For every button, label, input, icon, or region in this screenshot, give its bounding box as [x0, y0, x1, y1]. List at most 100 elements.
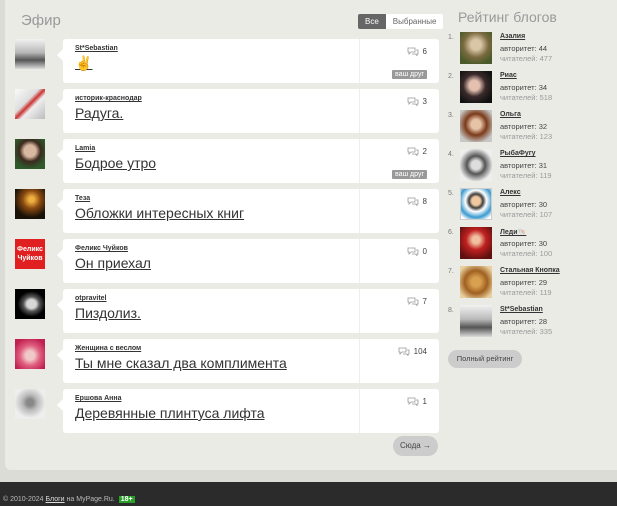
site-name: на MyPage.Ru.	[66, 496, 115, 503]
avatar[interactable]	[15, 339, 45, 369]
rating-item: 6. Леди🐚 авторитет: 30 читателей: 100	[448, 227, 613, 261]
feed-item: otpravitel Пиздолиз. 7	[15, 289, 439, 333]
post-title[interactable]: Обложки интересных книг	[75, 205, 244, 221]
footer-text: © 2010-2024 Блоги на MyPage.Ru. 18+	[3, 496, 135, 503]
post-title[interactable]: ✌️	[75, 55, 92, 72]
efir-tabs: Все Выбранные	[358, 14, 444, 29]
avatar[interactable]	[460, 227, 492, 259]
comments-number: 1	[422, 397, 427, 406]
blog-authority: авторитет: 29	[500, 278, 548, 287]
post-title[interactable]: Он приехал	[75, 255, 151, 271]
avatar[interactable]	[460, 149, 492, 181]
comments-count[interactable]: 3	[407, 97, 427, 106]
comments-count[interactable]: 104	[398, 347, 427, 356]
post-author[interactable]: историк-краснодар	[75, 95, 142, 102]
comments-number: 0	[422, 247, 427, 256]
post-card: Феликс Чуйков Он приехал 0	[57, 239, 439, 283]
blog-name[interactable]: Ольга	[500, 111, 521, 118]
avatar[interactable]	[460, 71, 492, 103]
speech-bubbles-icon	[407, 147, 418, 156]
comments-number: 3	[422, 97, 427, 106]
post-author[interactable]: otpravitel	[75, 295, 107, 302]
comments-count[interactable]: 7	[407, 297, 427, 306]
avatar[interactable]	[15, 389, 45, 419]
blog-name[interactable]: Азалия	[500, 33, 525, 40]
blog-readers: читателей: 123	[500, 132, 553, 141]
speech-bubbles-icon	[398, 347, 410, 356]
post-author[interactable]: Женщина с веслом	[75, 345, 141, 352]
post-title[interactable]: Пиздолиз.	[75, 305, 141, 321]
feed-item: Женщина с веслом Ты мне сказал два компл…	[15, 339, 439, 383]
post-card: Ершова Анна Деревянные плинтуса лифта 1	[57, 389, 439, 433]
rating-number: 5.	[448, 190, 454, 197]
divider	[359, 39, 360, 83]
divider	[359, 189, 360, 233]
divider	[359, 339, 360, 383]
blog-authority: авторитет: 30	[500, 200, 548, 209]
blog-name[interactable]: Алекс	[500, 189, 521, 196]
post-author[interactable]: Lamia	[75, 145, 95, 152]
blog-name[interactable]: Стальная Кнопка	[500, 267, 560, 274]
friend-badge: ваш друг	[391, 170, 427, 179]
rating-item: 5. Алекс авторитет: 30 читателей: 107	[448, 188, 613, 222]
divider	[359, 239, 360, 283]
post-title[interactable]: Деревянные плинтуса лифта	[75, 405, 265, 421]
more-button[interactable]: Сюда →	[393, 436, 438, 456]
comments-number: 6	[422, 47, 427, 56]
post-title[interactable]: Ты мне сказал два комплимента	[75, 355, 287, 371]
post-title[interactable]: Бодрое утро	[75, 155, 156, 171]
tab-selected[interactable]: Выбранные	[385, 14, 444, 29]
comments-number: 104	[413, 347, 427, 356]
avatar[interactable]	[460, 266, 492, 298]
blog-name[interactable]: Риас	[500, 72, 517, 79]
post-author[interactable]: Теза	[75, 195, 90, 202]
avatar[interactable]	[15, 189, 45, 219]
post-title[interactable]: Радуга.	[75, 105, 123, 121]
post-author[interactable]: St*Sebastian	[75, 45, 118, 52]
avatar[interactable]	[460, 110, 492, 142]
post-card: Женщина с веслом Ты мне сказал два компл…	[57, 339, 439, 383]
blog-readers: читателей: 119	[500, 171, 552, 180]
avatar[interactable]	[460, 305, 492, 337]
rating-number: 1.	[448, 34, 454, 41]
speech-bubbles-icon	[407, 397, 418, 406]
blog-readers: читателей: 477	[500, 54, 553, 63]
rating-number: 3.	[448, 112, 454, 119]
rating-item: 3. Ольга авторитет: 32 читателей: 123	[448, 110, 613, 144]
rating-number: 6.	[448, 229, 454, 236]
full-rating-button[interactable]: Полный рейтинг	[448, 350, 522, 368]
comments-count[interactable]: 8	[407, 197, 427, 206]
rating-item: 7. Стальная Кнопка авторитет: 29 читател…	[448, 266, 613, 300]
avatar[interactable]	[15, 289, 45, 319]
post-card: историк-краснодар Радуга. 3	[57, 89, 439, 133]
blog-name[interactable]: St*Sebastian	[500, 306, 543, 313]
comments-count[interactable]: 2	[407, 147, 427, 156]
avatar[interactable]	[15, 39, 45, 69]
speech-bubbles-icon	[407, 297, 418, 306]
post-author[interactable]: Феликс Чуйков	[75, 245, 128, 252]
post-card: otpravitel Пиздолиз. 7	[57, 289, 439, 333]
blog-name[interactable]: РыбаФугу	[500, 150, 536, 157]
feed-item: Lamia Бодрое утро 2 ваш друг	[15, 139, 439, 183]
friend-badge: ваш друг	[391, 70, 427, 79]
post-author[interactable]: Ершова Анна	[75, 395, 122, 402]
post-card: Теза Обложки интересных книг 8	[57, 189, 439, 233]
avatar[interactable]	[460, 188, 492, 220]
avatar[interactable]	[15, 139, 45, 169]
post-card: Lamia Бодрое утро 2 ваш друг	[57, 139, 439, 183]
avatar[interactable]: Феликс Чуйков	[15, 239, 45, 269]
blog-name[interactable]: Леди🐚	[500, 228, 526, 236]
avatar[interactable]	[15, 89, 45, 119]
rating-number: 4.	[448, 151, 454, 158]
avatar[interactable]	[460, 32, 492, 64]
rating-item: 2. Риас авторитет: 34 читателей: 518	[448, 71, 613, 105]
tab-all[interactable]: Все	[358, 14, 386, 29]
blogs-link[interactable]: Блоги	[46, 496, 65, 503]
blog-authority: авторитет: 28	[500, 317, 548, 326]
comments-count[interactable]: 1	[407, 397, 427, 406]
comments-count[interactable]: 0	[407, 247, 427, 256]
blog-readers: читателей: 335	[500, 327, 553, 336]
feed-item: Ершова Анна Деревянные плинтуса лифта 1	[15, 389, 439, 433]
comments-count[interactable]: 6	[407, 47, 427, 56]
speech-bubbles-icon	[407, 97, 418, 106]
